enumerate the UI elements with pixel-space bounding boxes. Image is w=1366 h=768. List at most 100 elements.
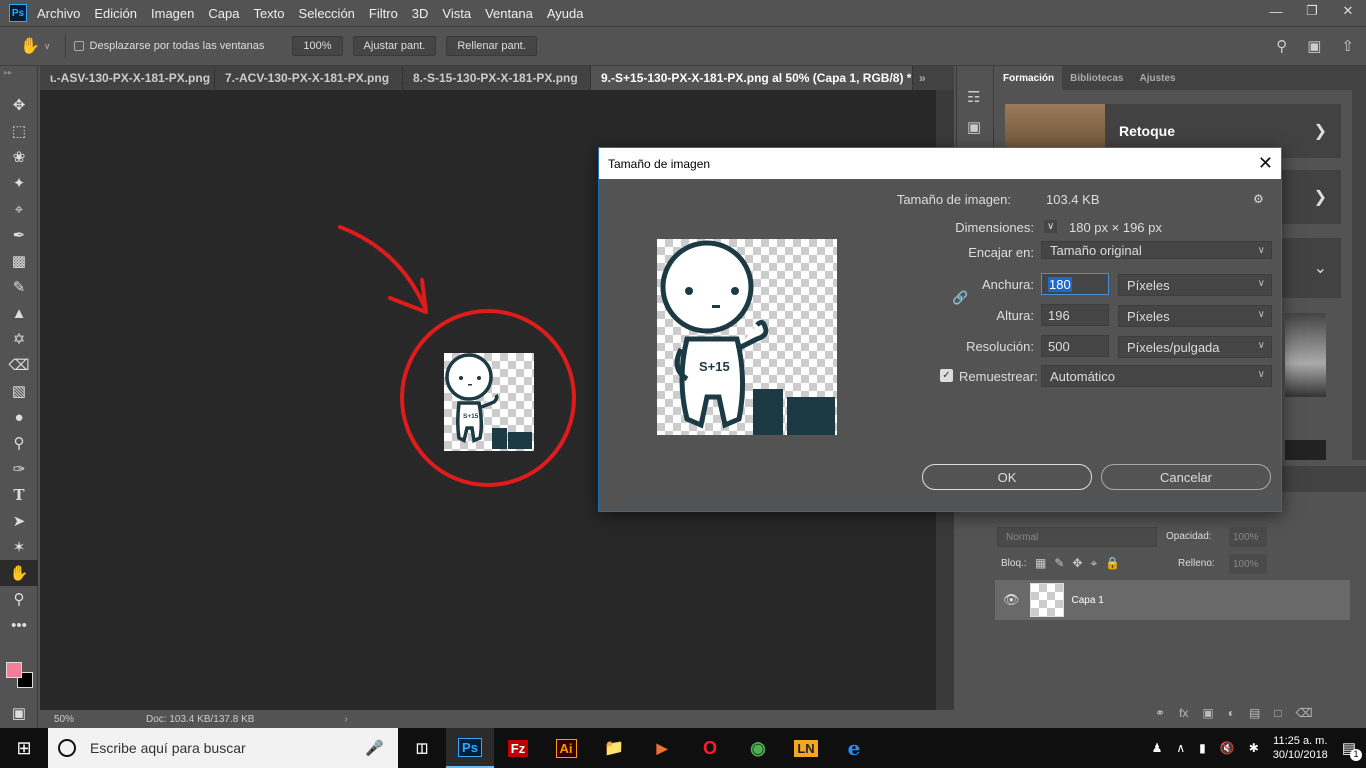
lock-icons[interactable]: ▦✎✥⌖🔒: [1035, 556, 1128, 571]
menu-ventana[interactable]: Ventana: [485, 6, 533, 21]
volume-icon[interactable]: 🔇: [1220, 741, 1235, 755]
search-box[interactable]: Escribe aquí para buscar 🎤: [48, 728, 398, 768]
type-tool-icon[interactable]: T: [0, 482, 38, 508]
stamp-tool-icon[interactable]: ▲: [0, 300, 38, 326]
menu-filtro[interactable]: Filtro: [369, 6, 398, 21]
search-icon[interactable]: ⚲: [1276, 37, 1287, 55]
workspace-icon[interactable]: ▣: [1307, 37, 1321, 55]
resolution-unit-select[interactable]: Píxeles/pulgada ∨: [1118, 336, 1272, 358]
new-layer-icon[interactable]: □: [1274, 706, 1281, 720]
network-icon[interactable]: ✱: [1249, 741, 1259, 755]
filezilla-taskbar-icon[interactable]: Fz: [494, 728, 542, 768]
ln-taskbar-icon[interactable]: LN: [782, 728, 830, 768]
hand-tool-icon[interactable]: ✋: [20, 36, 40, 56]
close-icon[interactable]: ✕: [1330, 0, 1366, 22]
notification-icon[interactable]: ▤ 1: [1342, 739, 1362, 761]
path-select-icon[interactable]: ➤: [0, 508, 38, 534]
battery-icon[interactable]: ▮: [1199, 741, 1206, 755]
illustrator-taskbar-icon[interactable]: Ai: [542, 728, 590, 768]
eraser-tool-icon[interactable]: ⌫: [0, 352, 38, 378]
share-icon[interactable]: ⇧: [1341, 37, 1354, 55]
foreground-color-swatch[interactable]: [6, 662, 22, 678]
fx-icon[interactable]: fx: [1179, 706, 1188, 720]
fill-field[interactable]: 100%: [1229, 554, 1267, 574]
crop-tool-icon[interactable]: ⌖: [0, 196, 38, 222]
hand-tool-icon-active[interactable]: ✋: [0, 560, 38, 586]
healing-brush-icon[interactable]: ▩: [0, 248, 38, 274]
opacity-field[interactable]: 100%: [1229, 527, 1267, 547]
close-icon[interactable]: ✕: [1258, 153, 1273, 174]
fit-to-select[interactable]: Tamaño original ∨: [1041, 241, 1272, 259]
scroll-all-checkbox[interactable]: [73, 41, 84, 51]
eye-icon[interactable]: 👁: [1003, 592, 1020, 608]
height-unit-select[interactable]: Píxeles ∨: [1118, 305, 1272, 327]
tab-doc-8[interactable]: 8.-S-15-130-PX-X-181-PX.png×: [403, 66, 591, 90]
toolbar-collapse-icon[interactable]: ▸▸: [0, 66, 37, 92]
ok-button[interactable]: OK: [922, 464, 1092, 490]
chevron-right-icon[interactable]: ❯: [1314, 121, 1327, 141]
menu-ayuda[interactable]: Ayuda: [547, 6, 584, 21]
dialog-preview[interactable]: S+15: [657, 239, 837, 435]
menu-imagen[interactable]: Imagen: [151, 6, 194, 21]
menu-capa[interactable]: Capa: [208, 6, 239, 21]
tab-doc-7[interactable]: 7.-ACV-130-PX-X-181-PX.png×: [215, 66, 403, 90]
quick-select-tool-icon[interactable]: ✦: [0, 170, 38, 196]
resample-checkbox[interactable]: ✓: [940, 369, 953, 382]
zoom-level[interactable]: 50%: [54, 714, 114, 725]
eyedropper-tool-icon[interactable]: ✒: [0, 222, 38, 248]
chevron-down-icon[interactable]: ⌄: [1314, 258, 1327, 278]
brush-tool-icon[interactable]: ✎: [0, 274, 38, 300]
microphone-icon[interactable]: 🎤: [365, 739, 384, 757]
menu-3d[interactable]: 3D: [412, 6, 429, 21]
fit-screen-button[interactable]: Ajustar pant.: [352, 36, 437, 56]
tabs-overflow-icon[interactable]: »: [913, 66, 939, 90]
zoom-tool-icon[interactable]: ⚲: [0, 586, 38, 612]
clock[interactable]: 11:25 a. m. 30/10/2018: [1273, 734, 1328, 762]
history-icon[interactable]: ☶: [967, 88, 993, 106]
task-view-icon[interactable]: ◫: [398, 728, 446, 768]
trash-icon[interactable]: ⌫: [1296, 706, 1313, 720]
restore-icon[interactable]: ❐: [1294, 0, 1330, 22]
minimize-icon[interactable]: —: [1258, 0, 1294, 22]
history-brush-icon[interactable]: ✡: [0, 326, 38, 352]
chain-link-icon[interactable]: 🔗: [952, 290, 968, 306]
tab-doc-6[interactable]: ɩ.-ASV-130-PX-X-181-PX.png×: [40, 66, 215, 90]
3d-cube-icon[interactable]: ▣: [967, 118, 993, 136]
opera-icon[interactable]: O: [686, 728, 734, 768]
tab-doc-9-active[interactable]: 9.-S+15-130-PX-X-181-PX.png al 50% (Capa…: [591, 66, 913, 90]
blur-tool-icon[interactable]: ●: [0, 404, 38, 430]
lasso-tool-icon[interactable]: ❀: [0, 144, 38, 170]
width-unit-select[interactable]: Píxeles ∨: [1118, 274, 1272, 296]
move-tool-icon[interactable]: ✥: [0, 92, 38, 118]
gear-icon[interactable]: ⚙: [1253, 192, 1264, 206]
document-image[interactable]: S+15: [444, 353, 534, 451]
menu-texto[interactable]: Texto: [253, 6, 284, 21]
photoshop-taskbar-icon[interactable]: Ps: [446, 728, 494, 768]
layer-row[interactable]: 👁 Capa 1: [995, 580, 1350, 620]
menu-archivo[interactable]: Archivo: [37, 6, 80, 21]
gradient-tool-icon[interactable]: ▧: [0, 378, 38, 404]
chrome-icon[interactable]: ◉: [734, 728, 782, 768]
shape-tool-icon[interactable]: ✶: [0, 534, 38, 560]
chevron-up-icon[interactable]: ∧: [1176, 741, 1185, 755]
tab-formacion[interactable]: Formación: [995, 66, 1063, 90]
chevron-right-icon[interactable]: ❯: [1314, 187, 1327, 207]
file-explorer-icon[interactable]: 📁: [590, 728, 638, 768]
resolution-input[interactable]: 500: [1041, 335, 1109, 357]
tab-ajustes[interactable]: Ajustes: [1131, 66, 1183, 90]
fill-screen-button[interactable]: Rellenar pant.: [446, 36, 537, 56]
media-player-icon[interactable]: ▶: [638, 728, 686, 768]
learn-scrollbar[interactable]: [1352, 90, 1366, 460]
status-arrow-icon[interactable]: ›: [344, 714, 347, 725]
tab-bibliotecas[interactable]: Bibliotecas: [1062, 66, 1131, 90]
people-icon[interactable]: ♟: [1152, 741, 1163, 755]
width-input[interactable]: 180: [1041, 273, 1109, 295]
windows-start-icon[interactable]: ⊞: [0, 728, 48, 768]
height-input[interactable]: 196: [1041, 304, 1109, 326]
more-tools-icon[interactable]: •••: [0, 612, 38, 638]
link-icon[interactable]: ⚭: [1155, 706, 1165, 720]
mask-icon[interactable]: ▣: [1202, 706, 1213, 720]
dodge-tool-icon[interactable]: ⚲: [0, 430, 38, 456]
zoom-100-button[interactable]: 100%: [292, 36, 343, 56]
adjustment-icon[interactable]: ◐: [1228, 706, 1235, 720]
